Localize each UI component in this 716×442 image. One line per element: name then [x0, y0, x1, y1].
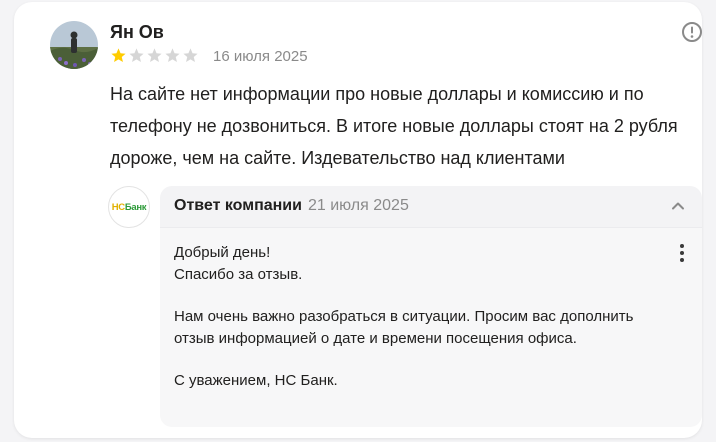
- avatar[interactable]: [50, 21, 98, 69]
- reply-paragraph: Нам очень важно разобраться в ситуации. …: [174, 308, 634, 347]
- reply-title: Ответ компании: [174, 197, 302, 214]
- reply-paragraph: С уважением, НС Банк.: [174, 372, 338, 389]
- exclamation-circle-icon[interactable]: [681, 21, 703, 43]
- star-empty-icon: [147, 48, 162, 63]
- company-reply: Ответ компании 21 июля 2025 Добрый день! …: [160, 186, 702, 427]
- star-empty-icon: [129, 48, 144, 63]
- reply-line: Спасибо за отзыв.: [174, 265, 303, 283]
- reply-text: Добрый день! Спасибо за отзыв. Нам очень…: [174, 242, 674, 413]
- review-card: Ян Ов 16 июля 2025 На сайте нет информац…: [14, 2, 702, 438]
- chevron-up-icon[interactable]: [670, 198, 686, 214]
- company-logo: НС Банк: [108, 186, 150, 228]
- company-logo-text: Банк: [124, 201, 147, 213]
- author-name[interactable]: Ян Ов: [110, 22, 164, 43]
- reply-header[interactable]: Ответ компании 21 июля 2025: [174, 197, 409, 215]
- reply-body: Добрый день! Спасибо за отзыв. Нам очень…: [160, 227, 702, 427]
- star-filled-icon: [111, 48, 126, 63]
- reply-paragraph: Добрый день! Спасибо за отзыв.: [174, 242, 674, 285]
- company-logo-text: НС: [111, 201, 125, 213]
- reply-line: Добрый день!: [174, 244, 271, 261]
- rating-stars: [110, 47, 200, 64]
- star-empty-icon: [183, 48, 198, 63]
- star-empty-icon: [165, 48, 180, 63]
- reply-date: 21 июля 2025: [307, 197, 409, 214]
- review-text: На сайте нет информации про новые доллар…: [110, 84, 678, 168]
- review-date: 16 июля 2025: [213, 48, 308, 65]
- more-vertical-icon[interactable]: [675, 242, 689, 264]
